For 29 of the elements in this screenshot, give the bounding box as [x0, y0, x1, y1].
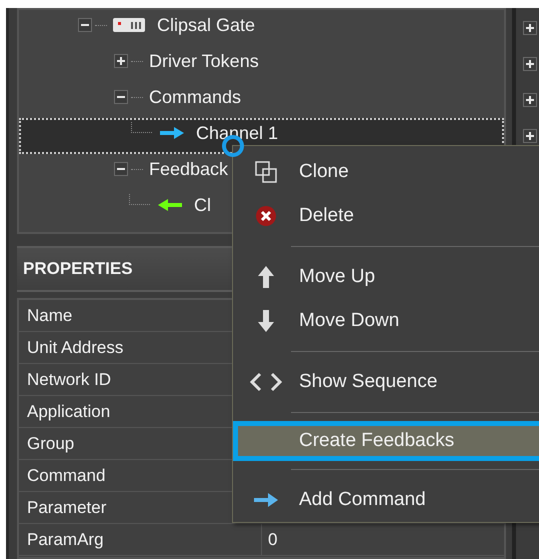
- tree-item[interactable]: Driver Tokens: [149, 50, 259, 72]
- expand-icon[interactable]: [522, 20, 538, 36]
- clone-icon: [255, 161, 277, 183]
- menu-item[interactable]: Delete: [233, 194, 539, 238]
- collapse-icon[interactable]: [113, 161, 129, 177]
- collapse-icon[interactable]: [77, 17, 93, 33]
- property-value: 0: [268, 530, 278, 550]
- arrow-up-icon: [258, 266, 274, 288]
- arrow-down-icon: [258, 310, 274, 332]
- expand-icon[interactable]: [522, 92, 538, 108]
- panel-title: PROPERTIES: [23, 259, 133, 279]
- collapse-icon[interactable]: [113, 89, 129, 105]
- property-name: ParamArg: [19, 524, 262, 555]
- tree-item[interactable]: Commands: [149, 86, 242, 108]
- arrow-right-icon: [160, 127, 184, 139]
- menu-item[interactable]: Move Up: [233, 255, 539, 299]
- expand-icon[interactable]: [522, 128, 538, 144]
- expand-icon[interactable]: [522, 56, 538, 72]
- menu-item[interactable]: Create Feedbacks: [233, 421, 539, 461]
- code-icon: [250, 372, 282, 392]
- tree-item[interactable]: Clipsal Gate: [157, 14, 256, 36]
- arrow-right-icon: [254, 493, 278, 507]
- menu-item[interactable]: Clone: [233, 150, 539, 194]
- arrow-left-icon: [158, 199, 182, 211]
- tree-item[interactable]: Cl: [194, 194, 211, 216]
- device-icon: [113, 18, 145, 32]
- tree-item[interactable]: Feedback: [149, 158, 228, 180]
- expand-icon[interactable]: [113, 53, 129, 69]
- delete-icon: [255, 205, 277, 227]
